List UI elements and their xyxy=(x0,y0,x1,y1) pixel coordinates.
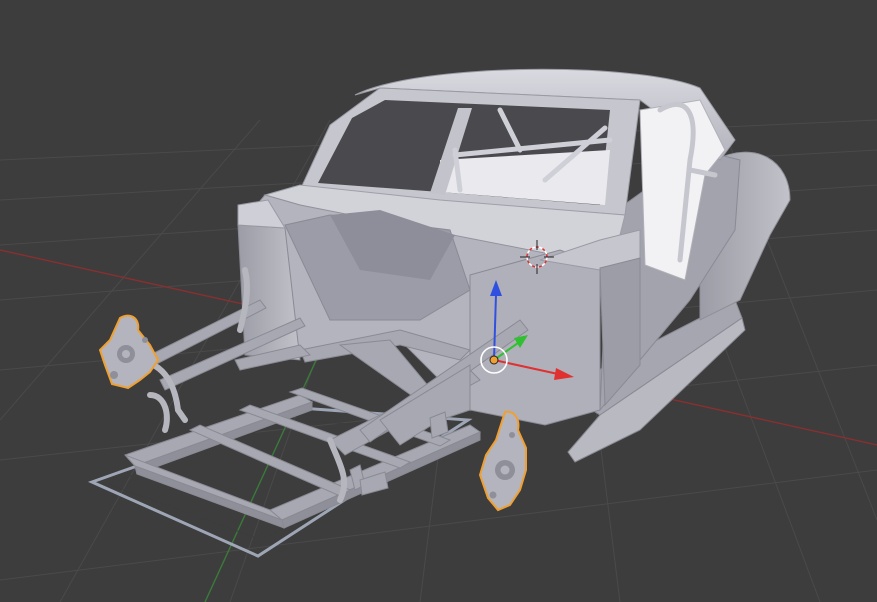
object-origin[interactable] xyxy=(489,355,499,365)
right-upright[interactable] xyxy=(478,410,527,512)
left-upright[interactable] xyxy=(98,314,160,390)
3d-viewport[interactable] xyxy=(0,0,877,602)
world-y-axis xyxy=(204,329,331,602)
viewport-scene[interactable] xyxy=(0,0,877,602)
